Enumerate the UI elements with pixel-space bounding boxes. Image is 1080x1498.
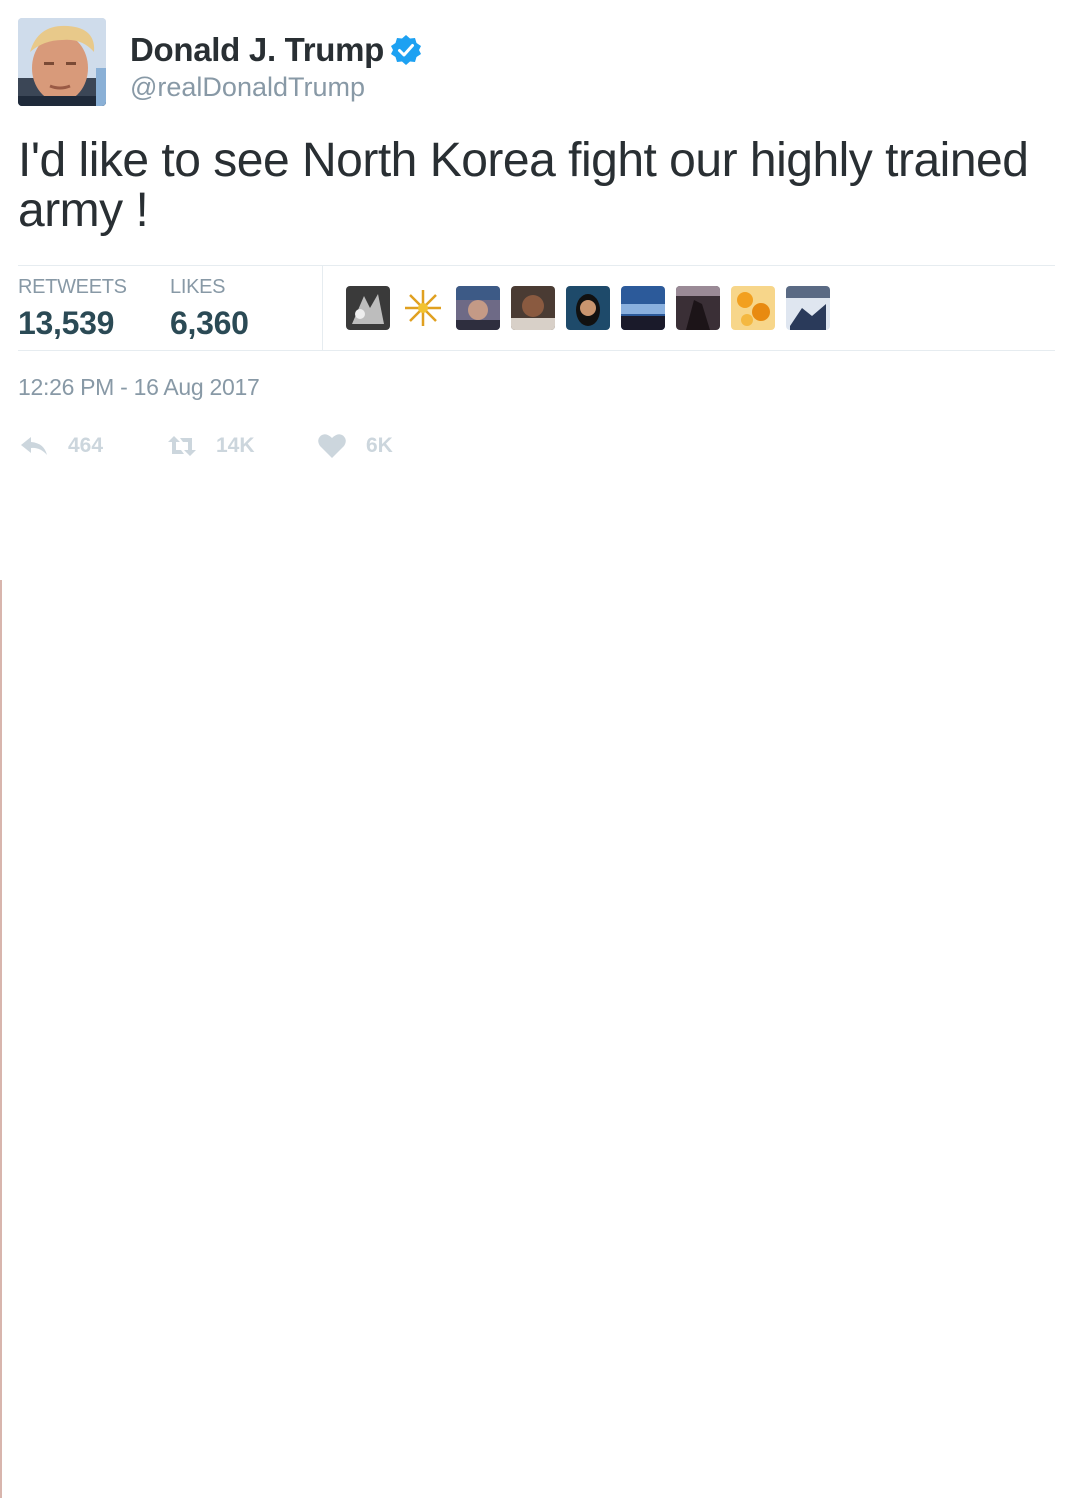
display-name-row: Donald J. Trump bbox=[130, 30, 422, 70]
likes-label: LIKES bbox=[170, 276, 226, 298]
tweet-card: Donald J. Trump @realDonaldTrump I'd lik… bbox=[0, 0, 1080, 1498]
tweet-stats: RETWEETS 13,539 LIKES 6,360 bbox=[18, 265, 1055, 351]
reply-count: 464 bbox=[68, 434, 104, 457]
tweet-text: I'd like to see North Korea fight our hi… bbox=[18, 134, 1029, 237]
user-handle[interactable]: @realDonaldTrump bbox=[130, 72, 422, 103]
likes-value: 6,360 bbox=[170, 305, 249, 341]
likes-stat[interactable]: LIKES 6,360 bbox=[170, 276, 249, 342]
tweet-timestamp[interactable]: 12:26 PM - 16 Aug 2017 bbox=[18, 374, 260, 401]
verified-badge-icon bbox=[391, 35, 422, 65]
retweets-label: RETWEETS bbox=[18, 276, 127, 298]
retweet-button[interactable]: 14K bbox=[166, 426, 255, 466]
liker-avatar-4-icon[interactable] bbox=[511, 286, 555, 330]
user-name-block[interactable]: Donald J. Trump @realDonaldTrump bbox=[130, 30, 422, 103]
liker-avatar-1-icon[interactable] bbox=[346, 286, 390, 330]
reply-button[interactable]: 464 bbox=[18, 426, 103, 466]
liker-avatar-2-icon[interactable] bbox=[401, 286, 445, 330]
retweet-count: 14K bbox=[216, 434, 255, 457]
retweet-icon bbox=[168, 436, 196, 456]
display-name[interactable]: Donald J. Trump bbox=[130, 31, 384, 69]
like-count: 6K bbox=[366, 434, 393, 457]
profile-photo-icon bbox=[18, 18, 106, 106]
liker-avatar-7-icon[interactable] bbox=[676, 286, 720, 330]
liker-avatar-6-icon[interactable] bbox=[621, 286, 665, 330]
liker-avatar-3-icon[interactable] bbox=[456, 286, 500, 330]
reply-icon bbox=[21, 437, 47, 455]
liker-avatar-5-icon[interactable] bbox=[566, 286, 610, 330]
retweets-value: 13,539 bbox=[18, 305, 115, 341]
liker-avatar-9-icon[interactable] bbox=[786, 286, 830, 330]
stats-divider bbox=[322, 266, 323, 350]
heart-icon bbox=[318, 434, 346, 458]
like-button[interactable]: 6K bbox=[316, 426, 393, 466]
retweets-stat[interactable]: RETWEETS 13,539 bbox=[18, 276, 127, 342]
liker-avatar-8-icon[interactable] bbox=[731, 286, 775, 330]
page-edge-line bbox=[0, 580, 2, 1498]
profile-avatar[interactable] bbox=[18, 18, 106, 106]
